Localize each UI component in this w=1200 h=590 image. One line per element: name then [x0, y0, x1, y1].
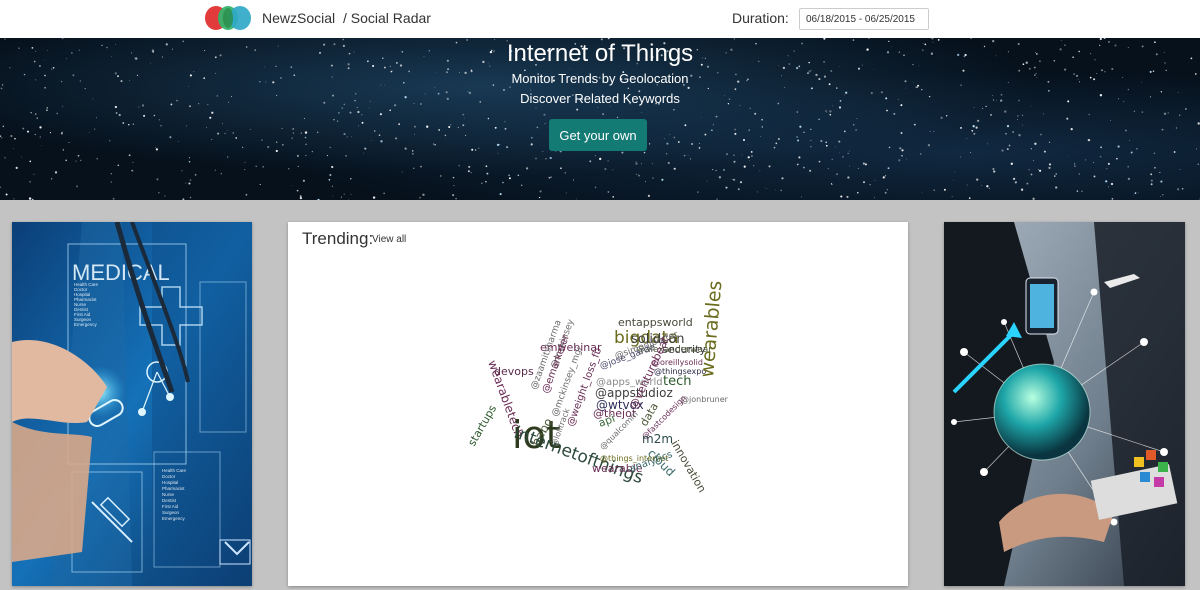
top-bar: NewzSocial / Social Radar Duration: [0, 0, 1200, 39]
hero-subtitle-keywords: Discover Related Keywords [520, 91, 680, 106]
brand-name[interactable]: NewzSocial [262, 10, 335, 26]
svg-text:Doctor: Doctor [162, 474, 176, 479]
hero-subtitle-geolocation: Monitor Trends by Geolocation [511, 71, 689, 86]
iot-image-panel [944, 222, 1185, 586]
duration-label: Duration: [732, 10, 789, 26]
trending-word[interactable]: @jonbruner [681, 395, 729, 404]
trending-word-cloud: entappsworldbigdatasolidconemwebinar @ale… [465, 280, 729, 495]
svg-text:Nurse: Nurse [162, 492, 175, 497]
svg-text:Emergency: Emergency [162, 516, 186, 521]
hero-title: Internet of Things [506, 40, 694, 67]
svg-text:Surgeon: Surgeon [162, 510, 180, 515]
svg-text:Hospital: Hospital [162, 480, 178, 485]
medical-illustration: Health CareDoctorHospital PharmacistNurs… [12, 222, 252, 586]
svg-text:First Aid: First Aid [162, 504, 179, 509]
trending-word[interactable]: devops [494, 365, 534, 378]
svg-text:Dentist: Dentist [162, 498, 177, 503]
get-your-own-button[interactable]: Get your own [549, 119, 647, 151]
medical-image-panel: Health Care Doctor Hospital Pharmacist Nurs… [12, 222, 252, 586]
trending-panel: Trending: View all entappsworld bigdata so… [288, 222, 908, 586]
breadcrumb: / Social Radar [343, 10, 431, 26]
svg-text:Emergency: Emergency [74, 322, 98, 327]
svg-text:Health Care: Health Care [162, 468, 187, 473]
hero-banner: Internet of Things Monitor Trends by Geo… [0, 38, 1200, 200]
svg-text:Pharmacist: Pharmacist [162, 486, 185, 491]
newzsocial-logo[interactable] [204, 3, 252, 33]
trending-word[interactable]: startups [465, 403, 499, 449]
trending-word[interactable]: m2m [642, 432, 673, 446]
duration-date-range-input[interactable] [799, 8, 929, 30]
trending-word[interactable]: wearables [696, 280, 726, 379]
iot-illustration [944, 222, 1185, 586]
